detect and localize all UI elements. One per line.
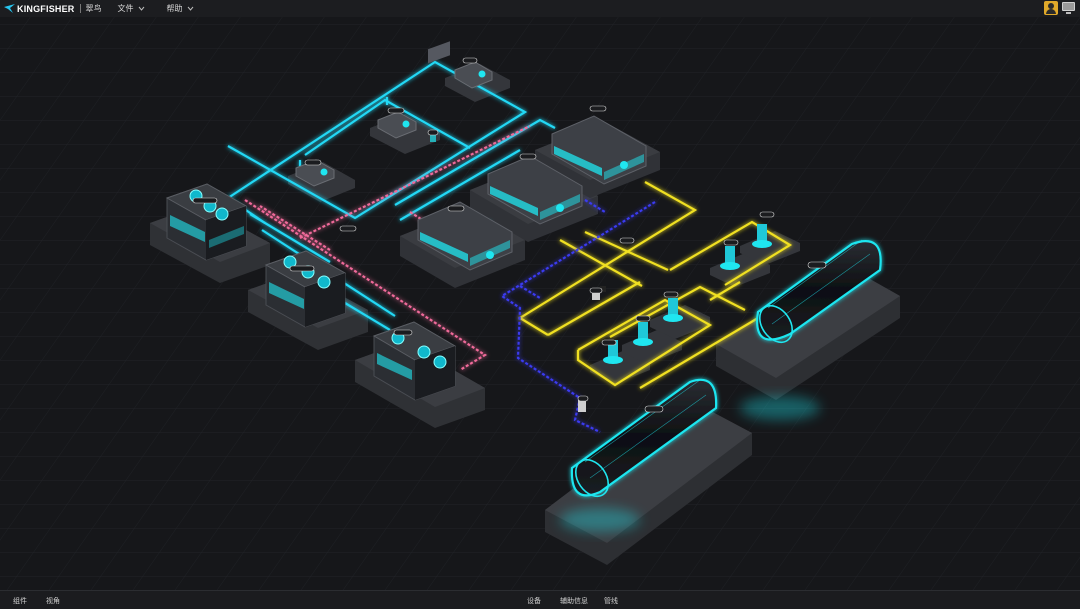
chevron-down-icon bbox=[187, 6, 193, 11]
tab-auxiliary-info[interactable]: 辅助信息 bbox=[560, 596, 588, 606]
brand-name: KINGFISHER bbox=[17, 3, 75, 14]
menu-help-label: 帮助 bbox=[166, 4, 183, 13]
valve-2[interactable] bbox=[578, 400, 586, 412]
tab-view-angle[interactable]: 视角 bbox=[46, 596, 60, 606]
menu-file[interactable]: 文件 bbox=[118, 3, 145, 14]
bottom-bar: 组件 视角 设备 辅助信息 管线 bbox=[0, 590, 1080, 609]
floor-grid bbox=[0, 17, 1080, 590]
chevron-down-icon bbox=[138, 6, 144, 11]
user-avatar-icon[interactable] bbox=[1044, 1, 1058, 15]
computer-icon[interactable] bbox=[1061, 1, 1076, 15]
menu-file-label: 文件 bbox=[117, 4, 134, 13]
3d-scene-viewport[interactable] bbox=[0, 17, 1080, 590]
top-right-actions bbox=[1044, 1, 1076, 15]
top-bar: KINGFISHER 翠鸟 文件 帮助 bbox=[0, 0, 1080, 18]
tab-components[interactable]: 组件 bbox=[13, 596, 27, 606]
tab-pipelines[interactable]: 管线 bbox=[604, 596, 618, 606]
menu-help[interactable]: 帮助 bbox=[167, 3, 194, 14]
brand-separator bbox=[79, 4, 81, 13]
kingfisher-logo-icon bbox=[4, 4, 15, 13]
brand: KINGFISHER 翠鸟 bbox=[4, 0, 102, 17]
brand-subtitle: 翠鸟 bbox=[85, 4, 102, 13]
tab-equipment[interactable]: 设备 bbox=[527, 596, 541, 606]
